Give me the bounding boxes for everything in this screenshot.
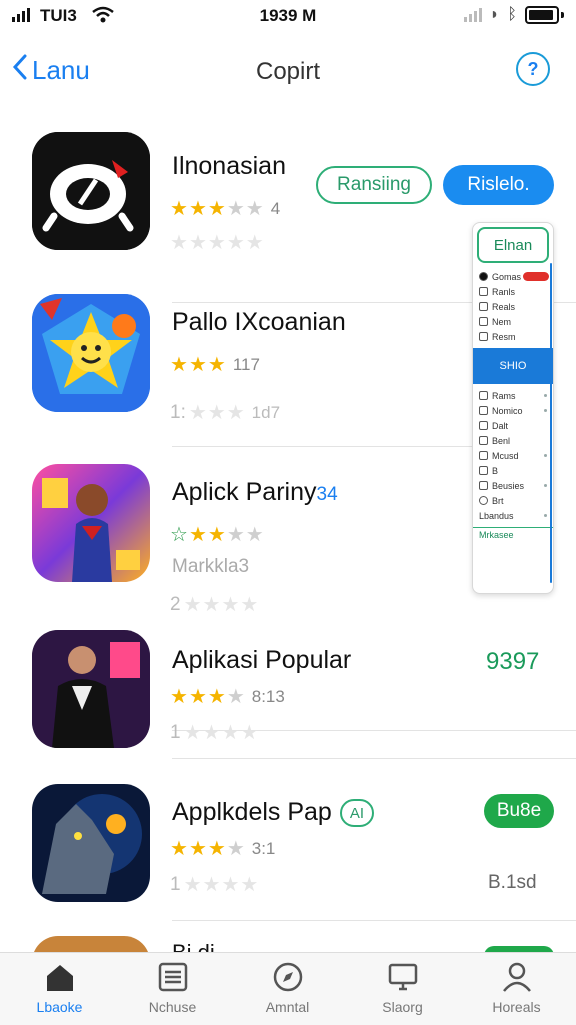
rating-count: 3:1	[251, 838, 276, 858]
tab-label: Amntal	[265, 999, 310, 1015]
app-title: Aplick Pariny34	[172, 478, 338, 506]
rating-count: 4	[270, 198, 281, 218]
help-button[interactable]: ?	[516, 52, 550, 86]
list-icon	[115, 961, 230, 993]
navigation-bar: Lanu Copirt ?	[0, 40, 576, 104]
secondary-rating: 1 ★ ★ ★ ★	[170, 721, 259, 745]
panel-item[interactable]: Ranls	[473, 284, 553, 299]
secondary-rating: 2 ★ ★ ★ ★	[170, 593, 259, 617]
battery-tip	[561, 12, 564, 18]
person-icon	[459, 961, 574, 993]
panel-item[interactable]: Rams	[473, 388, 553, 403]
help-icon: ?	[527, 58, 539, 79]
app-icon	[32, 464, 150, 582]
category-panel: Elnan Gomas Ranls Reals Nem Resm SHIO Ra…	[472, 222, 554, 594]
secondary-count: 1d7	[251, 402, 281, 422]
rank-label: 1	[170, 873, 181, 895]
app-icon	[32, 784, 150, 902]
tab-label: Horeals	[492, 999, 541, 1015]
tab-label: Slaorg	[382, 999, 423, 1015]
panel-header[interactable]: Elnan	[477, 227, 549, 263]
app-icon	[32, 132, 150, 250]
app-title: Applkdels Pap AI	[172, 798, 375, 828]
panel-item[interactable]: Beusies	[473, 478, 553, 493]
tab-bar: Lbaoke Nchuse Amntal Slaorg Horeals	[0, 952, 576, 1025]
rating-stars: ★ ★ ★ 117	[170, 354, 260, 376]
tab-home[interactable]: Lbaoke	[2, 961, 117, 1015]
ranking-button[interactable]: Ransiing	[316, 166, 432, 204]
divider	[172, 758, 576, 759]
secondary-signal-icon	[463, 8, 482, 22]
app-meta: B.1sd	[488, 872, 537, 893]
panel-item[interactable]: Nomico	[473, 403, 553, 418]
compass-icon	[230, 961, 345, 993]
rating-stars: ★ ★ ★ ★ 3:1	[170, 838, 276, 860]
panel-item[interactable]: Resm	[473, 329, 553, 344]
panel-footer[interactable]: Mrkasee	[473, 527, 553, 542]
panel-scrollbar[interactable]	[550, 263, 552, 583]
app-icon	[32, 630, 150, 748]
tab-list[interactable]: Nchuse	[115, 961, 230, 1015]
list-item[interactable]: Applkdels Pap AI ★ ★ ★ ★ 3:1 1 ★ ★ ★ ★ Bu8e B.1…	[0, 784, 576, 934]
app-title: Pallo IXcoanian	[172, 308, 346, 336]
tab-explore[interactable]: Amntal	[230, 961, 345, 1015]
panel-item[interactable]: Brt	[473, 493, 553, 508]
bluetooth-icon: ᛒ	[507, 6, 517, 23]
panel-item[interactable]: B	[473, 463, 553, 478]
rank-label: 2	[170, 593, 181, 615]
divider	[172, 446, 472, 447]
rank-label: 1	[170, 721, 181, 743]
app-title: Ilnonasian	[172, 152, 286, 180]
get-button[interactable]: Bu8e	[484, 794, 554, 828]
rating-count: 8:13	[251, 686, 285, 706]
rating-stars: ★ ★ ★ ★ 8:13	[170, 686, 285, 708]
moon-icon: ◗	[489, 6, 500, 23]
tab-profile[interactable]: Horeals	[459, 961, 574, 1015]
app-icon	[32, 294, 150, 412]
ai-tag: AI	[339, 799, 375, 828]
panel-item[interactable]: Gomas	[473, 269, 553, 284]
panel-item[interactable]: Lbandus	[473, 508, 553, 523]
panel-item[interactable]: Dalt	[473, 418, 553, 433]
tab-label: Nchuse	[148, 999, 197, 1015]
secondary-rating: ★ ★ ★ ★ ★	[170, 232, 264, 254]
app-title: Aplikasi Popular	[172, 646, 352, 674]
rating-count: 117	[232, 354, 260, 374]
rating-stars: ☆ ★ ★ ★ ★	[170, 524, 264, 546]
tab-label: Lbaoke	[36, 999, 83, 1015]
panel-item[interactable]: Benl	[473, 433, 553, 448]
list-item[interactable]: Aplikasi Popular ★ ★ ★ ★ 8:13 1 ★ ★ ★ ★ 9397	[0, 630, 576, 780]
subtitle: Markkla3	[172, 556, 250, 577]
battery-icon	[525, 6, 559, 24]
release-button[interactable]: Rislelo.	[443, 165, 554, 205]
panel-highlight[interactable]: SHIO	[473, 348, 553, 384]
rank-label: 1:	[170, 401, 186, 423]
secondary-rating: 1: ★ ★ ★ 1d7	[170, 401, 281, 425]
monitor-icon	[345, 961, 460, 993]
panel-item[interactable]: Mcusd	[473, 448, 553, 463]
panel-item[interactable]: Nem	[473, 314, 553, 329]
home-icon	[2, 961, 117, 993]
panel-item[interactable]: Reals	[473, 299, 553, 314]
price-label: 9397	[486, 648, 540, 675]
rating-stars: ★ ★ ★ ★ ★ 4	[170, 198, 281, 220]
page-title: Copirt	[255, 58, 321, 85]
divider	[172, 920, 576, 921]
tab-search[interactable]: Slaorg	[345, 961, 460, 1015]
status-bar: TUI3 1939 M ◗ ᛒ	[0, 0, 576, 34]
secondary-rating: 1 ★ ★ ★ ★	[170, 873, 259, 897]
